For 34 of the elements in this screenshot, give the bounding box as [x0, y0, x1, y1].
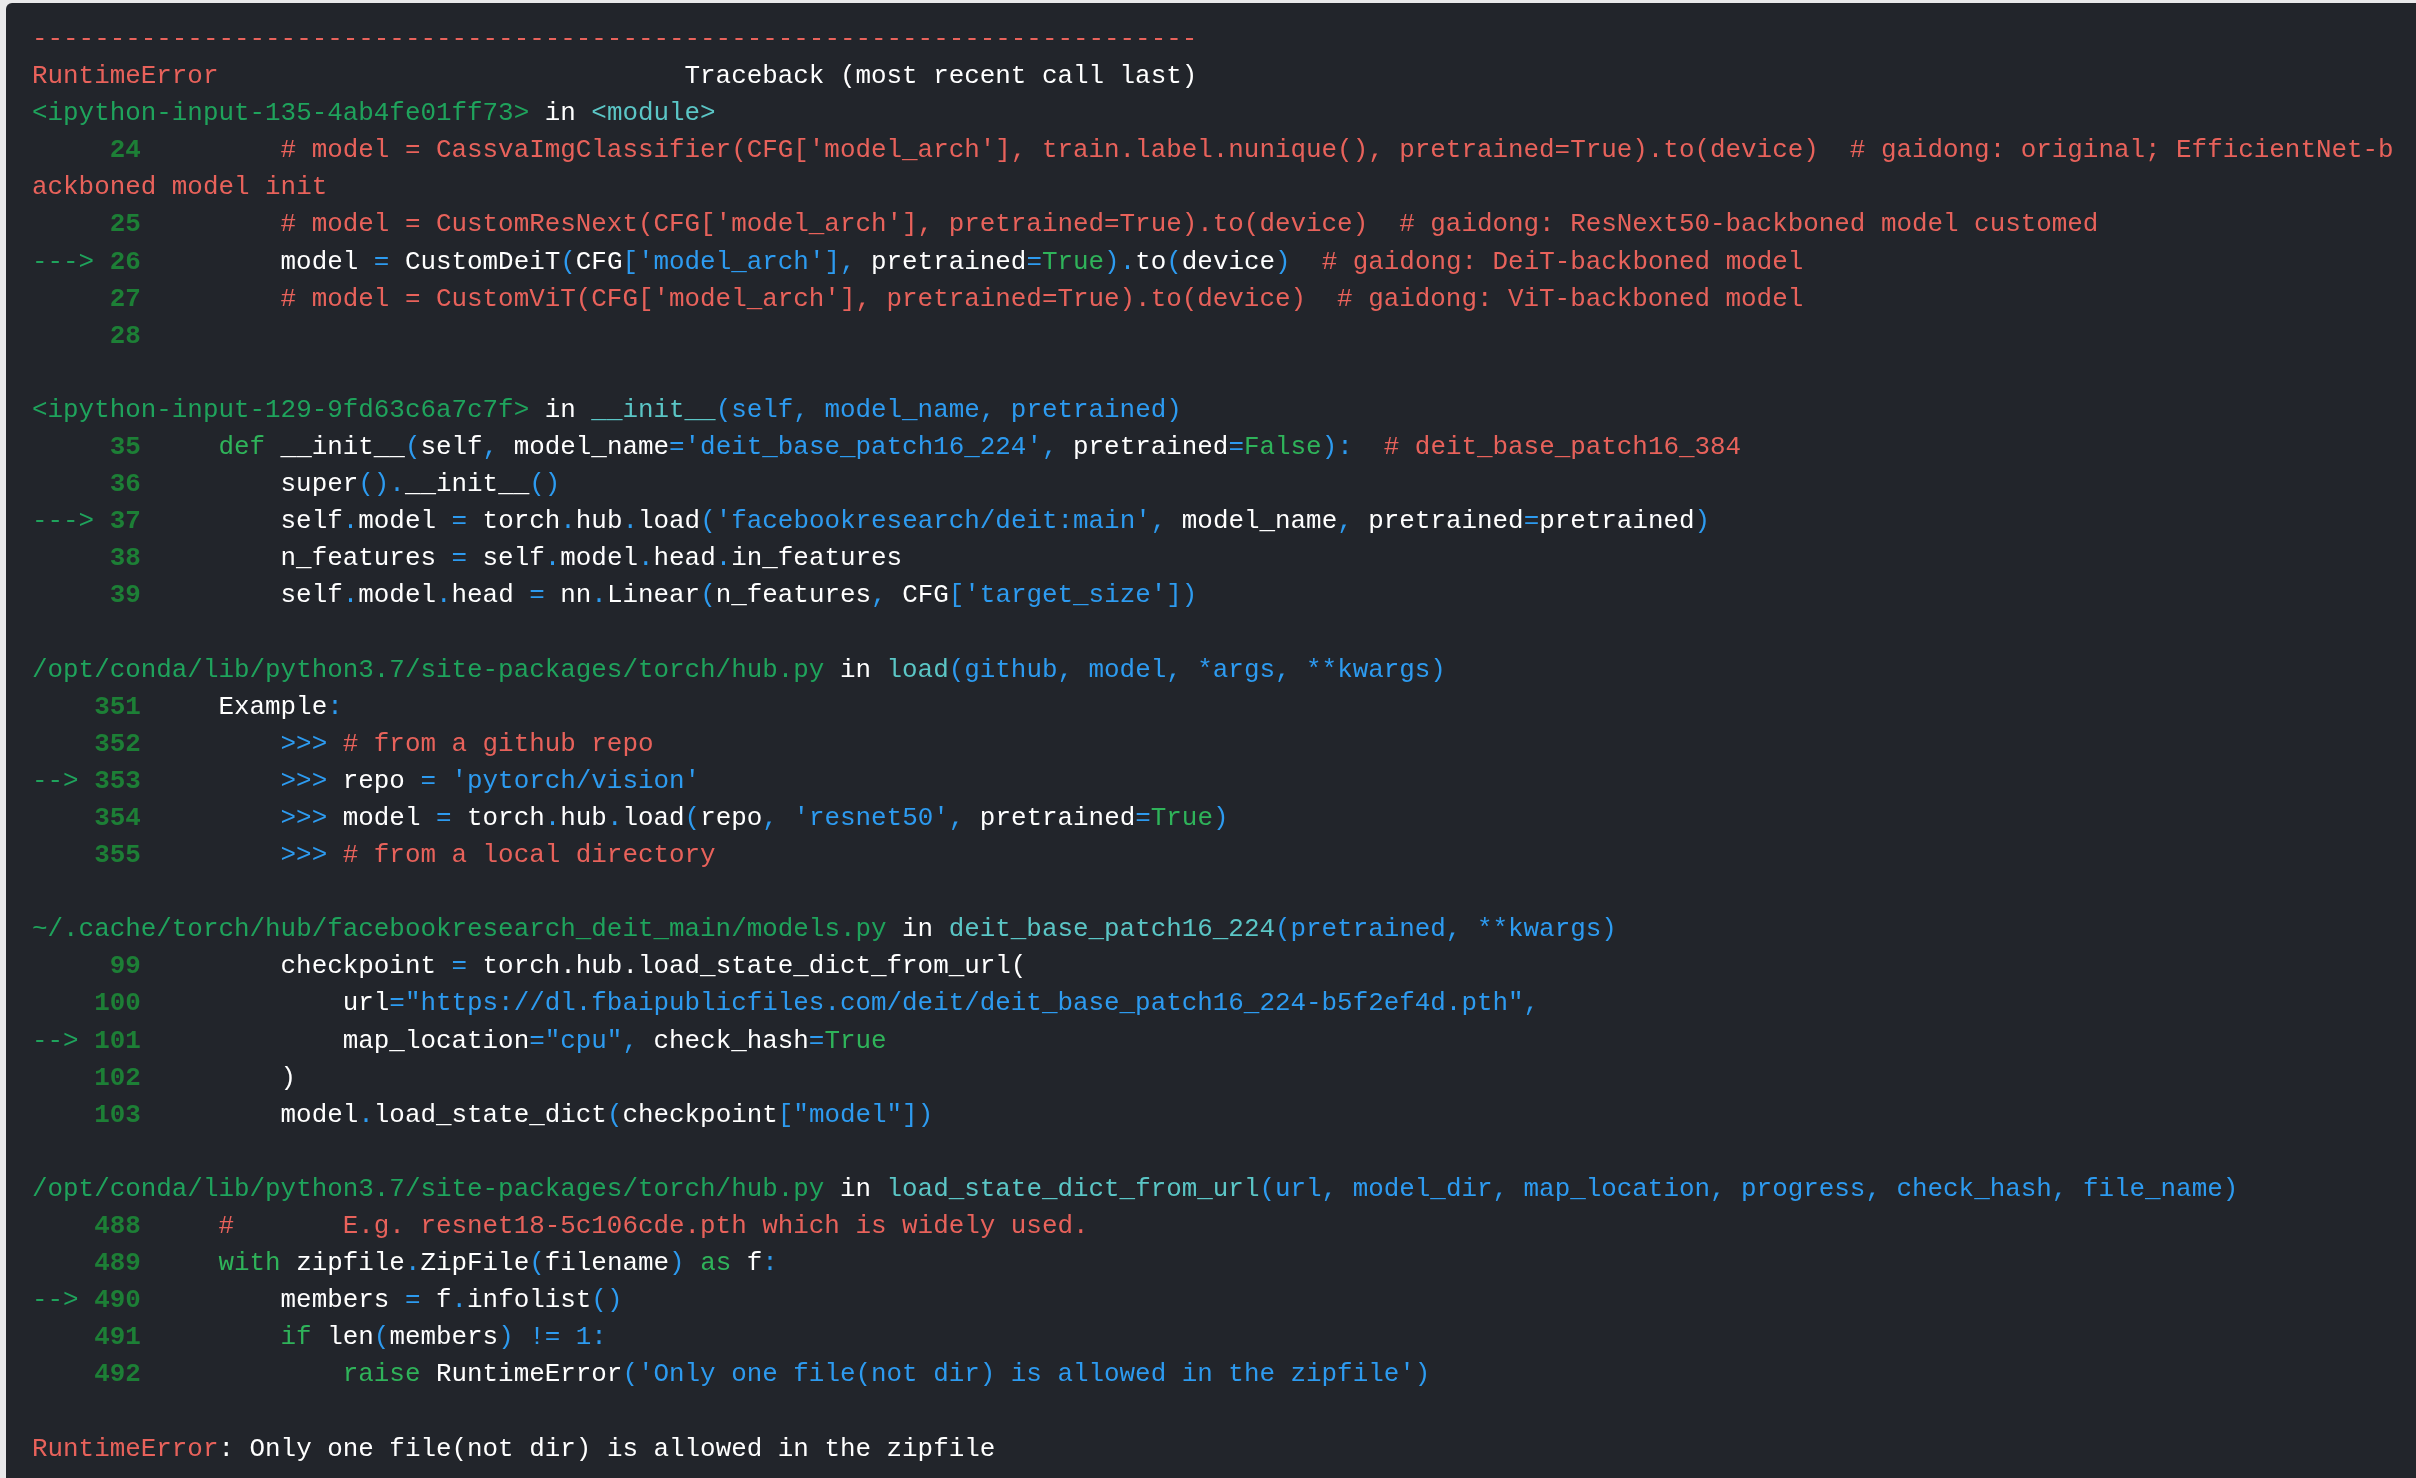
- error-message: RuntimeError: Only one file(not dir) is allowed in the zipfile: [32, 1432, 996, 1466]
- error-type: RuntimeError: [32, 60, 219, 94]
- code-line: 100 url="https://dl.fbaipublicfiles.com/deit/deit_base_patch16_224-b5f2ef4d.pth",: [93, 987, 1541, 1021]
- code-line: --> 353 >>> repo = 'pytorch/vision': [32, 764, 702, 798]
- code-line: 99 checkpoint = torch.hub.load_state_dict_from_url(: [108, 950, 1028, 984]
- code-line: 39 self.model.head = nn.Linear(n_features, CFG['target_size']): [108, 579, 1199, 613]
- frame-header: <ipython-input-135-4ab4fe01ff73> in <module>: [32, 97, 716, 131]
- separator-line: ---------------------------------------------------------------------------: [32, 23, 1198, 56]
- code-line: 489 with zipfile.ZipFile(filename) as f:: [93, 1247, 779, 1281]
- code-line: ---> 26 model = CustomDeiT(CFG['model_arch'], pretrained=True).to(device) # gaidong: DeiT-backboned model: [32, 245, 1805, 279]
- code-line: 352 >>> # from a github repo: [93, 727, 655, 761]
- code-line: 35 def __init__(self, model_name='deit_base_patch16_224', pretrained=False): # deit_base_patch16_384: [108, 431, 1743, 465]
- code-line: 25 # model = CustomResNext(CFG['model_arch'], pretrained=True).to(device) # gaidong: ResNext50-backboned model customed: [108, 208, 2100, 242]
- code-line: ---> 37 self.model = torch.hub.load('facebookresearch/deit:main', model_name, pretrained=pretrained): [32, 505, 1712, 539]
- code-line: 492 raise RuntimeError('Only one file(not dir) is allowed in the zipfile'): [93, 1358, 1432, 1392]
- code-line: 24 # model = CassvaImgClassifier(CFG['model_arch'], train.label.nunique(), pretrained=True).to(device) # gaidong: original; EfficientNet-backboned model init: [32, 134, 2394, 205]
- code-line: 102 ): [93, 1061, 298, 1095]
- code-line: 491 if len(members) != 1:: [93, 1321, 608, 1355]
- traceback-title: Traceback (most recent call last): [684, 60, 1198, 94]
- code-line: 354 >>> model = torch.hub.load(repo, 'resnet50', pretrained=True): [93, 801, 1230, 835]
- code-line: 351 Example:: [93, 690, 344, 724]
- code-line: 27 # model = CustomViT(CFG['model_arch'], pretrained=True).to(device) # gaidong: ViT-backboned model: [108, 282, 1805, 316]
- code-line: 28: [108, 319, 142, 353]
- frame-header: /opt/conda/lib/python3.7/site-packages/torch/hub.py in load(github, model, *args, **kwargs): [32, 653, 1446, 687]
- code-line: --> 101 map_location="cpu", check_hash=True: [32, 1024, 888, 1058]
- code-line: 355 >>> # from a local directory: [93, 839, 717, 873]
- frame-header: <ipython-input-129-9fd63c6a7c7f> in __init__(self, model_name, pretrained): [32, 393, 1182, 427]
- frame-header: /opt/conda/lib/python3.7/site-packages/torch/hub.py in load_state_dict_from_url(url, model_dir, map_location, progress, check_hash, file_name): [32, 1172, 2239, 1206]
- frame-header: ~/.cache/torch/hub/facebookresearch_deit_main/models.py in deit_base_patch16_224(pretrained, **kwargs): [32, 913, 1617, 947]
- code-line: 103 model.load_state_dict(checkpoint["model"]): [93, 1098, 935, 1132]
- code-line: 36 super().__init__(): [108, 468, 562, 502]
- code-line: 488 # E.g. resnet18-5c106cde.pth which is widely used.: [93, 1210, 1090, 1243]
- code-line: --> 490 members = f.infolist(): [32, 1284, 624, 1318]
- code-line: 38 n_features = self.model.head.in_features: [108, 542, 904, 576]
